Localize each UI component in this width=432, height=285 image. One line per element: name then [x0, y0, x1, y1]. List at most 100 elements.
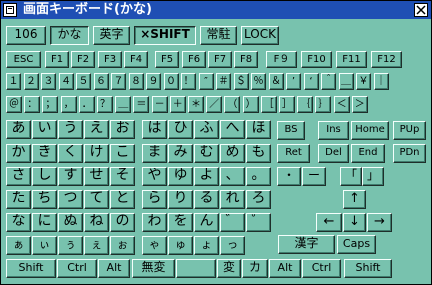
kana-key-2-2[interactable]: す	[58, 167, 83, 186]
right-alt-key[interactable]: Alt	[269, 259, 301, 278]
close-icon[interactable]	[414, 3, 428, 17]
number-row-key-18[interactable]: ＾	[321, 73, 336, 90]
kana-key-2-9[interactable]: 。	[246, 167, 271, 186]
kana-key-3-8[interactable]: れ	[220, 190, 245, 209]
henkan-key[interactable]: 変	[217, 259, 241, 278]
kana-key-3-2[interactable]: つ	[58, 190, 83, 209]
page-up-key[interactable]: PUp	[393, 121, 426, 140]
kana-key-0-7[interactable]: ふ	[194, 120, 219, 139]
number-row-key-5[interactable]: ６	[93, 73, 109, 90]
symbol-key-3[interactable]: ，	[60, 96, 77, 113]
left-alt-key[interactable]: Alt	[98, 259, 130, 278]
kana-key-0-8[interactable]: へ	[220, 120, 245, 139]
kana-key-5-6[interactable]: ゅ	[168, 236, 193, 255]
number-row-key-8[interactable]: ９	[146, 73, 161, 90]
number-row-key-4[interactable]: ５	[76, 73, 91, 90]
backspace-key[interactable]: BS	[277, 121, 305, 140]
left-shift-key[interactable]: Shift	[6, 259, 56, 278]
kana-key-3-7[interactable]: る	[194, 190, 219, 209]
number-row-key-0[interactable]: １	[6, 73, 21, 90]
kana-key-2-0[interactable]: さ	[6, 167, 31, 186]
symbol-key-19[interactable]: ＞	[351, 96, 368, 113]
system-menu-icon[interactable]	[3, 3, 17, 17]
symbol-key-13[interactable]: ）	[242, 96, 259, 113]
kana-key-3-3[interactable]: て	[84, 190, 109, 209]
fn-key-f4[interactable]: F4	[124, 51, 148, 68]
symbol-key-10[interactable]: ＊	[188, 96, 204, 113]
middle-dot-key[interactable]: ・	[277, 167, 301, 186]
right-arrow-key[interactable]: →	[367, 213, 392, 232]
kana-key-3-5[interactable]: ら	[142, 190, 167, 209]
left-arrow-key[interactable]: ←	[316, 213, 342, 232]
kana-key-5-3[interactable]: ぇ	[84, 236, 109, 255]
kana-key-1-5[interactable]: ま	[142, 144, 167, 163]
kana-key-2-1[interactable]: し	[32, 167, 57, 186]
up-arrow-key[interactable]: ↑	[343, 190, 366, 209]
kana-key-0-0[interactable]: あ	[6, 120, 31, 139]
kana-key-3-9[interactable]: ろ	[246, 190, 271, 209]
mode-eiji-button[interactable]: 英字	[93, 26, 130, 45]
kana-key[interactable]: カ	[242, 259, 268, 278]
kana-key-5-7[interactable]: ょ	[194, 236, 219, 255]
number-row-key-1[interactable]: ２	[23, 73, 39, 90]
fn-key-f9[interactable]: F９	[266, 51, 297, 68]
kana-key-1-4[interactable]: こ	[110, 144, 135, 163]
kana-key-5-5[interactable]: ゃ	[142, 236, 167, 255]
kana-key-1-6[interactable]: み	[168, 144, 193, 163]
symbol-key-18[interactable]: ＜	[333, 96, 350, 113]
fn-key-f5[interactable]: F5	[155, 51, 179, 68]
symbol-key-14[interactable]: ［	[260, 96, 277, 113]
fn-key-f2[interactable]: F2	[71, 51, 95, 68]
kana-key-0-6[interactable]: ひ	[168, 120, 193, 139]
shift-lock-button[interactable]: ×SHIFT	[134, 26, 196, 45]
kana-key-1-9[interactable]: も	[246, 144, 271, 163]
symbol-key-5[interactable]: ？	[97, 96, 113, 113]
right-ctrl-key[interactable]: Ctrl	[302, 259, 341, 278]
kana-key-0-3[interactable]: え	[84, 120, 109, 139]
number-row-key-12[interactable]: ＃	[216, 73, 231, 90]
number-row-key-10[interactable]: ！	[181, 73, 196, 90]
kana-key-0-4[interactable]: お	[110, 120, 135, 139]
kana-key-2-5[interactable]: や	[142, 167, 167, 186]
number-row-key-19[interactable]: ＿	[338, 73, 354, 90]
kana-key-5-0[interactable]: ぁ	[6, 236, 31, 255]
number-row-key-14[interactable]: ％	[251, 73, 266, 90]
kana-key-4-4[interactable]: の	[110, 213, 135, 232]
symbol-key-1[interactable]: ：	[24, 96, 41, 113]
kanji-key[interactable]: 漢字	[278, 235, 335, 254]
kana-key-1-1[interactable]: き	[32, 144, 57, 163]
kana-key-3-4[interactable]: と	[110, 190, 135, 209]
left-ctrl-key[interactable]: Ctrl	[57, 259, 97, 278]
symbol-key-6[interactable]: ＿	[115, 96, 132, 113]
symbol-key-9[interactable]: ＋	[169, 96, 186, 113]
number-row-key-15[interactable]: ＆	[268, 73, 284, 90]
mode-106-button[interactable]: 106	[6, 26, 46, 45]
symbol-key-4[interactable]: ．	[78, 96, 95, 113]
fn-key-f1[interactable]: F1	[45, 51, 69, 68]
fn-key-esc[interactable]: ESC	[6, 51, 41, 68]
fn-key-f7[interactable]: F7	[208, 51, 232, 68]
end-key[interactable]: End	[351, 144, 385, 163]
symbol-key-8[interactable]: －	[151, 96, 168, 113]
number-row-key-11[interactable]: ″	[198, 73, 214, 90]
symbol-key-12[interactable]: （	[224, 96, 241, 113]
kana-key-4-9[interactable]: ゜	[246, 213, 271, 232]
down-arrow-key[interactable]: ↓	[343, 213, 366, 232]
fn-key-f12[interactable]: F12	[371, 51, 402, 68]
kana-key-1-8[interactable]: め	[220, 144, 245, 163]
fn-key-f6[interactable]: F6	[182, 51, 206, 68]
page-down-key[interactable]: PDn	[393, 144, 426, 163]
kana-key-1-7[interactable]: む	[194, 144, 219, 163]
kana-key-4-2[interactable]: ぬ	[58, 213, 83, 232]
caps-key[interactable]: Caps	[337, 235, 376, 254]
title-bar[interactable]: 画面キーボード(かな)	[1, 1, 431, 19]
fn-key-f11[interactable]: F11	[336, 51, 367, 68]
kana-key-0-1[interactable]: い	[32, 120, 57, 139]
right-shift-key[interactable]: Shift	[344, 259, 392, 278]
delete-key[interactable]: Del	[318, 144, 349, 163]
number-row-key-2[interactable]: ３	[41, 73, 56, 90]
symbol-key-11[interactable]: ／	[206, 96, 223, 113]
fn-key-f3[interactable]: F3	[98, 51, 122, 68]
fn-key-f10[interactable]: F10	[301, 51, 332, 68]
number-row-key-21[interactable]: ｜	[373, 73, 389, 90]
